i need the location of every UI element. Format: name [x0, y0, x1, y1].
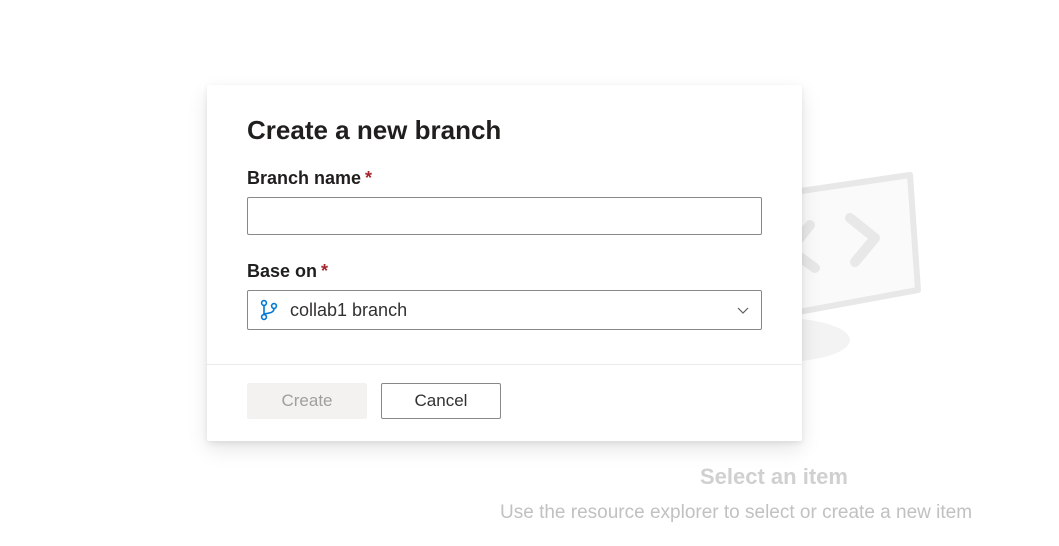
create-branch-dialog: Create a new branch Branch name* Base on… [207, 85, 802, 441]
base-on-label-text: Base on [247, 261, 317, 281]
base-on-dropdown[interactable]: collab1 branch [247, 290, 762, 330]
required-mark: * [321, 261, 328, 281]
dialog-body: Create a new branch Branch name* Base on… [207, 85, 802, 364]
base-on-field: Base on* collab1 branch [247, 261, 762, 330]
dialog-title: Create a new branch [247, 115, 762, 146]
branch-name-label: Branch name* [247, 168, 762, 189]
required-mark: * [365, 168, 372, 188]
background-heading: Select an item [700, 464, 848, 490]
chevron-down-icon [735, 302, 751, 318]
base-on-label: Base on* [247, 261, 762, 282]
branch-name-label-text: Branch name [247, 168, 361, 188]
background-subheading: Use the resource explorer to select or c… [500, 502, 972, 524]
dialog-footer: Create Cancel [207, 364, 802, 441]
branch-name-input[interactable] [247, 197, 762, 235]
base-on-selected-value: collab1 branch [290, 300, 723, 321]
create-button[interactable]: Create [247, 383, 367, 419]
branch-name-field: Branch name* [247, 168, 762, 235]
cancel-button[interactable]: Cancel [381, 383, 501, 419]
git-branch-icon [260, 299, 278, 321]
